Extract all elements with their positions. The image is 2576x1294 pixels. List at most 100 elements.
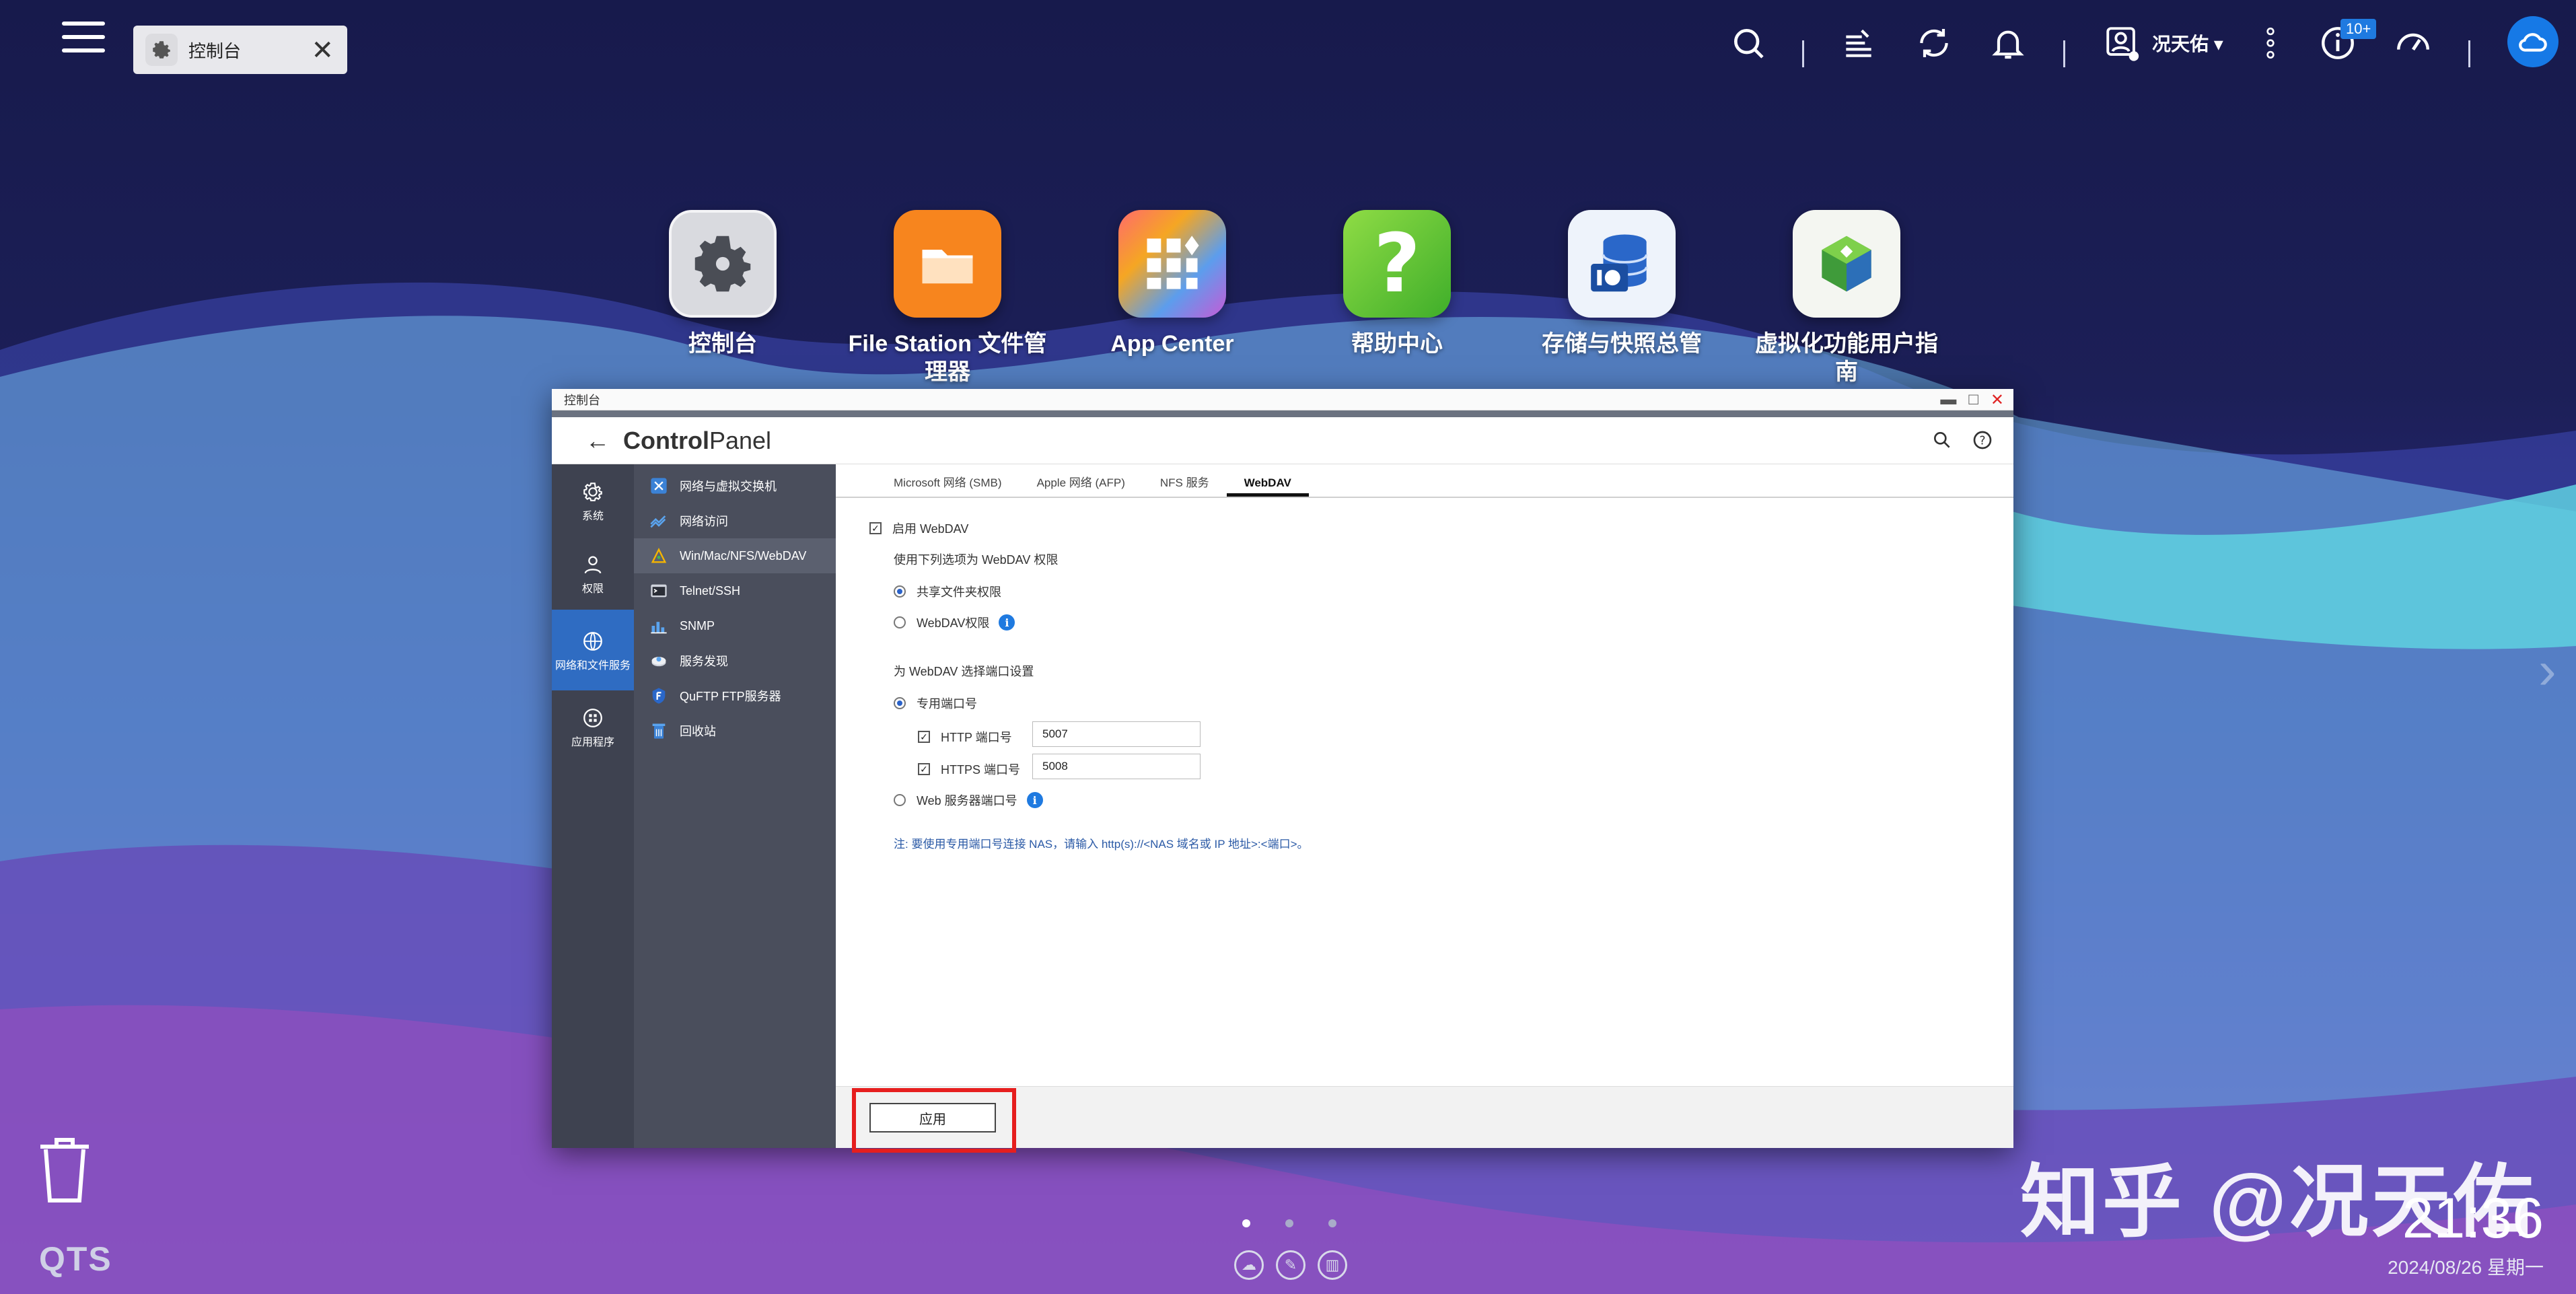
desktop-app-virtualization-guide[interactable]: 虚拟化功能用户指南 xyxy=(1746,210,1947,386)
close-icon[interactable]: ✕ xyxy=(311,35,334,66)
gear-icon xyxy=(669,210,777,318)
port-web-server-label: Web 服务器端口号 xyxy=(917,794,1017,807)
app-label: App Center xyxy=(1110,331,1234,357)
svg-text:?: ? xyxy=(1979,435,1985,448)
help-icon[interactable]: ? xyxy=(1972,429,1993,454)
window-title-bar[interactable]: 控制台 ▬ □ ✕ xyxy=(552,389,2013,410)
sub-menu-label: Win/Mac/NFS/WebDAV xyxy=(680,548,807,563)
page-title-bold: Control xyxy=(623,426,709,454)
clock: 21:36 xyxy=(2402,1186,2544,1250)
perm-shared-folder-label: 共享文件夹权限 xyxy=(917,585,1001,599)
enable-webdav-label: 启用 WebDAV xyxy=(892,522,969,536)
next-page-arrow-icon[interactable]: › xyxy=(2538,639,2556,701)
page-indicator xyxy=(1242,1219,1336,1227)
bottom-dock: ☁ ✎ ▥ xyxy=(1234,1250,1347,1280)
tab-nfs[interactable]: NFS 服务 xyxy=(1143,473,1227,497)
more-options-icon[interactable] xyxy=(2249,22,2292,65)
task-tab-control-panel[interactable]: 控制台 ✕ xyxy=(133,26,347,74)
service-discovery-icon xyxy=(649,651,669,671)
cloud-icon[interactable] xyxy=(2507,16,2559,67)
recycle-bin-icon xyxy=(649,721,669,741)
ftp-icon xyxy=(649,686,669,706)
info-icon[interactable]: i xyxy=(1026,792,1043,808)
category-network-file-services[interactable]: 网络和文件服务 xyxy=(552,610,634,690)
desktop-app-help-center[interactable]: ? 帮助中心 xyxy=(1296,210,1498,358)
minimize-icon[interactable]: ▬ xyxy=(1940,390,1956,410)
tab-smb[interactable]: Microsoft 网络 (SMB) xyxy=(876,473,1019,497)
notification-bell-icon[interactable] xyxy=(1987,22,2030,65)
perm-shared-folder-radio[interactable] xyxy=(894,585,906,598)
sub-menu-label: 网络访问 xyxy=(680,515,728,528)
date: 2024/08/26 星期一 xyxy=(2388,1257,2544,1278)
category-system[interactable]: 系统 xyxy=(552,464,634,537)
globe-icon xyxy=(579,628,606,655)
qts-logo: QTS xyxy=(39,1240,112,1278)
close-icon[interactable]: ✕ xyxy=(1991,390,2004,410)
port-note: 注: 要使用专用端口号连接 NAS，请输入 http(s)://<NAS 域名或… xyxy=(894,838,1309,851)
app-label: 存储与快照总管 xyxy=(1542,331,1702,357)
search-icon[interactable] xyxy=(1931,429,1953,454)
maximize-icon[interactable]: □ xyxy=(1968,390,1978,410)
sub-menu-network-access[interactable]: 网络访问 xyxy=(634,503,836,538)
sub-menu-network-switch[interactable]: 网络与虚拟交换机 xyxy=(634,468,836,503)
http-port-label: HTTP 端口号 xyxy=(941,731,1012,744)
port-dedicated-radio[interactable] xyxy=(894,697,906,709)
perm-webdav-radio[interactable] xyxy=(894,616,906,628)
desktop-app-app-center[interactable]: App Center xyxy=(1071,210,1273,358)
sub-menu-snmp[interactable]: SNMP xyxy=(634,608,836,643)
sub-menu-quftp[interactable]: QuFTP FTP服务器 xyxy=(634,678,836,713)
category-applications[interactable]: 应用程序 xyxy=(552,690,634,763)
window-title: 控制台 xyxy=(564,393,600,407)
cloud-drive-icon[interactable]: ☁ xyxy=(1234,1250,1264,1280)
sub-menu-label: 网络与虚拟交换机 xyxy=(680,480,777,493)
sub-menu-win-mac-nfs-webdav[interactable]: Win/Mac/NFS/WebDAV xyxy=(634,538,836,573)
separator xyxy=(2063,40,2065,67)
desktop-app-storage-snapshots[interactable]: 存储与快照总管 xyxy=(1521,210,1723,358)
user-name: 况天佑 xyxy=(2152,34,2209,55)
help-icon: ? xyxy=(1343,210,1451,318)
perm-webdav-label: WebDAV权限 xyxy=(917,616,990,630)
category-label: 权限 xyxy=(581,583,604,595)
page-dot[interactable] xyxy=(1242,1219,1250,1227)
sub-menu-service-discovery[interactable]: 服务发现 xyxy=(634,643,836,678)
separator xyxy=(2468,40,2470,67)
http-port-checkbox[interactable]: ✓ xyxy=(918,731,930,743)
user-menu[interactable]: 况天佑 ▾ xyxy=(2152,30,2223,57)
wrench-icon[interactable]: ✎ xyxy=(1276,1250,1305,1280)
sub-menu-telnet-ssh[interactable]: Telnet/SSH xyxy=(634,573,836,608)
back-arrow-icon[interactable]: ← xyxy=(585,427,610,455)
search-icon[interactable] xyxy=(1727,22,1770,65)
page-dot[interactable] xyxy=(1285,1219,1293,1227)
background-tasks-icon[interactable] xyxy=(1837,22,1880,65)
sub-menu-label: 回收站 xyxy=(680,725,716,738)
main-menu-icon[interactable] xyxy=(62,22,105,62)
enable-webdav-row: ✓ 启用 WebDAV xyxy=(869,519,968,537)
user-icon[interactable] xyxy=(2101,22,2144,65)
window-stripe xyxy=(552,410,2013,417)
sync-icon[interactable] xyxy=(1912,22,1956,65)
info-icon[interactable]: i xyxy=(999,614,1015,631)
category-permissions[interactable]: 权限 xyxy=(552,537,634,610)
app-label: 控制台 xyxy=(688,331,757,357)
dashboard-icon[interactable]: ▥ xyxy=(1318,1250,1347,1280)
http-port-input[interactable] xyxy=(1032,721,1201,747)
port-heading: 为 WebDAV 选择端口设置 xyxy=(894,665,1034,678)
tab-webdav[interactable]: WebDAV xyxy=(1226,476,1309,497)
page-dot[interactable] xyxy=(1328,1219,1336,1227)
port-dedicated-row: 专用端口号 xyxy=(894,694,977,712)
https-port-input[interactable] xyxy=(1032,754,1201,779)
enable-webdav-checkbox[interactable]: ✓ xyxy=(869,522,882,534)
desktop-app-file-station[interactable]: File Station 文件管理器 xyxy=(847,210,1048,386)
desktop-app-control-panel[interactable]: 控制台 xyxy=(622,210,824,358)
snmp-icon xyxy=(649,616,669,636)
port-web-server-radio[interactable] xyxy=(894,794,906,806)
apply-button[interactable]: 应用 xyxy=(869,1103,996,1133)
app-grid-icon xyxy=(1118,210,1226,318)
permission-heading: 使用下列选项为 WebDAV 权限 xyxy=(894,553,1059,567)
https-port-checkbox[interactable]: ✓ xyxy=(918,763,930,775)
resource-monitor-icon[interactable] xyxy=(2392,22,2435,65)
recycle-bin-icon[interactable] xyxy=(35,1133,94,1206)
tab-afp[interactable]: Apple 网络 (AFP) xyxy=(1019,473,1143,497)
sub-menu-recycle-bin[interactable]: 回收站 xyxy=(634,713,836,748)
perm-webdav-row: WebDAV权限 i xyxy=(894,614,1015,631)
